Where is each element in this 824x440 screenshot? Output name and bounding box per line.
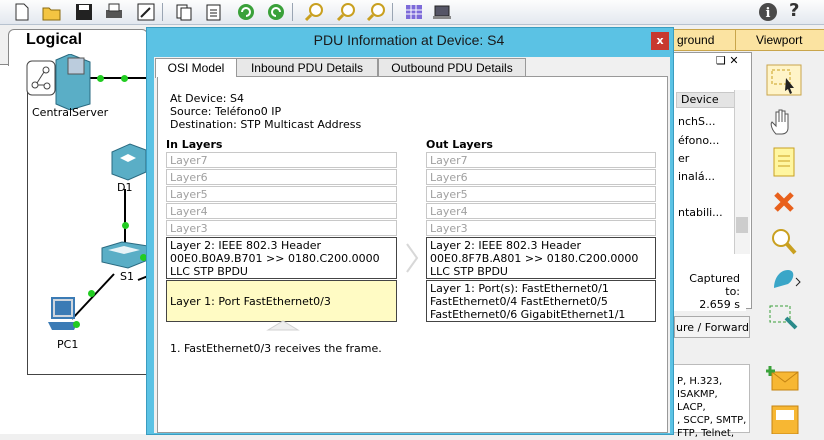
event-row[interactable]: er <box>678 152 736 165</box>
active-tab-joiner <box>156 75 236 77</box>
copy-icon[interactable] <box>174 2 194 22</box>
out-layer-1-line: FastEthernet0/6 GigabitEthernet1/1 <box>430 308 626 321</box>
out-layer-2[interactable]: Layer 2: IEEE 802.3 Header 00E0.8F7B.A80… <box>426 237 656 279</box>
link-status-dot <box>73 321 80 328</box>
out-layer-3[interactable]: Layer3 <box>426 220 656 236</box>
zoom-out-icon[interactable] <box>366 2 386 22</box>
tab-viewport-label: Viewport <box>756 33 803 47</box>
event-row[interactable]: inalá... <box>678 170 736 183</box>
switch-d1-icon[interactable] <box>108 142 148 182</box>
out-layers-title: Out Layers <box>426 138 493 151</box>
link-status-dot <box>122 222 129 229</box>
event-row[interactable]: nchS... <box>678 115 736 128</box>
in-layer-2-line: LLC STP BPDU <box>170 265 248 278</box>
pc1-label: PC1 <box>57 338 79 351</box>
out-layer-2-line: LLC STP BPDU <box>430 265 508 278</box>
svg-text:i: i <box>766 6 771 21</box>
in-layer-2-line: 00E0.B0A9.B701 >> 0180.C200.0000 <box>170 252 380 265</box>
paste-icon[interactable] <box>204 2 224 22</box>
in-layer-1[interactable]: Layer 1: Port FastEthernet0/3 <box>166 280 397 322</box>
layer-up-arrow-icon <box>266 320 300 331</box>
tab-set-background-label: ground <box>677 33 715 47</box>
zoom-icon[interactable] <box>766 226 802 258</box>
link-status-dot <box>121 75 128 82</box>
link-status-dot <box>97 75 104 82</box>
protocol-filter-line: , SCCP, SMTP, <box>677 415 747 426</box>
at-device-text: At Device: S4 <box>170 92 244 105</box>
out-layer-1-line: Layer 1: Port(s): FastEthernet0/1 <box>430 282 609 295</box>
pdu-description: 1. FastEthernet0/3 receives the frame. <box>170 342 382 355</box>
delete-icon[interactable] <box>766 186 802 218</box>
captured-to-info: Captured to: 2.659 s <box>674 272 746 311</box>
resize-shape-icon[interactable] <box>766 302 802 334</box>
out-layer-2-line: 00E0.8F7B.A801 >> 0180.C200.0000 <box>430 252 639 265</box>
in-layer-7[interactable]: Layer7 <box>166 152 397 168</box>
save-icon[interactable] <box>74 2 94 22</box>
print-icon[interactable] <box>104 2 124 22</box>
link-status-dot <box>88 290 95 297</box>
out-layer-1-line: FastEthernet0/4 FastEthernet0/5 <box>430 295 608 308</box>
event-filter-list: P, H.323, ISAKMP, LACP, , SCCP, SMTP, FT… <box>670 364 750 439</box>
dialog-title: PDU Information at Device: S4 <box>313 32 505 48</box>
central-server-label: CentralServer <box>32 106 109 119</box>
scrollbar-thumb[interactable] <box>736 217 748 233</box>
help-icon[interactable]: ? <box>789 0 799 21</box>
zoom-in-icon[interactable] <box>304 2 324 22</box>
common-tools-bar <box>752 58 824 434</box>
protocol-filter-line: FTP, Telnet, <box>677 428 735 439</box>
in-layer-2[interactable]: Layer 2: IEEE 802.3 Header 00E0.B0A9.B70… <box>166 237 397 279</box>
switch-s1-label: S1 <box>120 270 134 283</box>
select-icon[interactable] <box>766 64 802 96</box>
protocol-filter-line: P, H.323, <box>677 376 723 387</box>
open-folder-icon[interactable] <box>42 2 62 22</box>
tab-outbound-pdu-details[interactable]: Outbound PDU Details <box>378 58 526 77</box>
out-layer-7[interactable]: Layer7 <box>426 152 656 168</box>
palette-icon[interactable] <box>404 2 424 22</box>
undo-icon[interactable] <box>236 2 256 22</box>
event-list-window-controls[interactable]: ❑ ✕ <box>716 54 739 67</box>
event-row[interactable]: éfono... <box>678 134 736 147</box>
in-layer-4[interactable]: Layer4 <box>166 203 397 219</box>
tab-set-background[interactable]: ground <box>668 29 736 51</box>
out-layer-6[interactable]: Layer6 <box>426 169 656 185</box>
custom-device-icon[interactable] <box>432 2 452 22</box>
inspect-hand-icon[interactable] <box>766 106 802 138</box>
protocol-filter-line: ISAKMP, LACP, <box>677 389 718 413</box>
central-server-icon[interactable] <box>50 54 94 110</box>
info-icon[interactable]: i <box>758 2 778 22</box>
in-layer-6[interactable]: Layer6 <box>166 169 397 185</box>
switch-d1-label: D1 <box>117 181 133 194</box>
out-layer-2-line: Layer 2: IEEE 802.3 Header <box>430 239 581 252</box>
new-file-icon[interactable] <box>12 2 32 22</box>
in-layers-title: In Layers <box>166 138 223 151</box>
zoom-reset-icon[interactable] <box>336 2 356 22</box>
add-simple-pdu-icon[interactable] <box>766 364 802 396</box>
main-toolbar: i ? <box>0 0 824 25</box>
redo-icon[interactable] <box>266 2 286 22</box>
source-text: Source: Teléfono0 IP <box>170 105 282 118</box>
event-list-header-device[interactable]: Device <box>676 92 736 108</box>
activity-wizard-icon[interactable] <box>136 2 156 22</box>
captured-to-value: 2.659 s <box>699 298 740 311</box>
layer-arrow-icon <box>406 243 419 273</box>
capture-forward-button[interactable]: ure / Forward <box>674 316 750 338</box>
out-layer-5[interactable]: Layer5 <box>426 186 656 202</box>
add-complex-pdu-icon[interactable] <box>766 402 802 434</box>
tab-inbound-pdu-details[interactable]: Inbound PDU Details <box>236 58 378 77</box>
in-layer-3[interactable]: Layer3 <box>166 220 397 236</box>
draw-shape-icon[interactable] <box>766 264 802 296</box>
tab-logical-label: Logical <box>26 31 83 48</box>
dialog-close-button[interactable]: x <box>651 32 669 50</box>
in-layer-2-line: Layer 2: IEEE 802.3 Header <box>170 239 321 252</box>
event-row[interactable]: ntabili... <box>678 206 736 219</box>
place-note-icon[interactable] <box>766 146 802 178</box>
destination-text: Destination: STP Multicast Address <box>170 118 362 131</box>
tab-viewport[interactable]: Viewport <box>735 29 824 51</box>
out-layer-4[interactable]: Layer4 <box>426 203 656 219</box>
captured-to-label: Captured to: <box>689 272 740 298</box>
in-layer-5[interactable]: Layer5 <box>166 186 397 202</box>
out-layer-1[interactable]: Layer 1: Port(s): FastEthernet0/1 FastEt… <box>426 280 656 322</box>
